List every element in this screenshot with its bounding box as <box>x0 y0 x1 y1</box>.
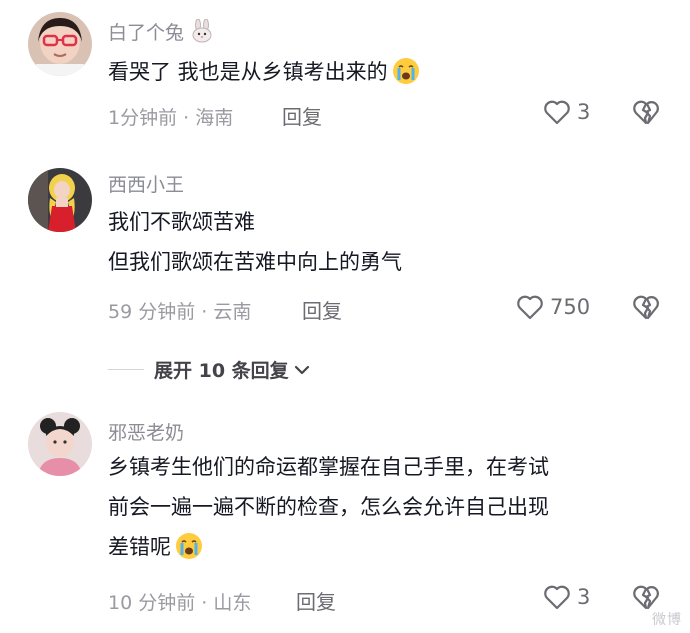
comment-username[interactable]: 邪恶老奶 <box>108 418 184 445</box>
like-button[interactable]: 750 <box>516 294 590 320</box>
chevron-down-icon <box>294 365 309 374</box>
heart-icon <box>517 295 543 320</box>
broken-heart-icon <box>633 295 659 320</box>
comment-item: 邪恶老奶 乡镇考生他们的命运都掌握在自己手里，在考试 前会一遍一遍不断的检查，怎… <box>0 400 690 633</box>
watermark: 微博 <box>652 612 682 628</box>
comment-location: 云南 <box>213 301 252 323</box>
reply-button[interactable]: 回复 <box>296 586 336 615</box>
avatar[interactable] <box>28 168 92 232</box>
comment-item: 西西小王 我们不歌颂苦难 但我们歌颂在苦难中向上的勇气 59 分钟前 · 云南 … <box>0 150 690 340</box>
comment-location: 海南 <box>195 107 234 129</box>
broken-heart-icon <box>633 100 659 125</box>
divider <box>108 369 144 370</box>
like-count: 3 <box>577 585 591 609</box>
comment-username[interactable]: 白了个兔 <box>108 18 214 45</box>
meta-separator: · <box>201 301 214 323</box>
crying-emoji-icon <box>391 56 421 86</box>
comment-text: 我们不歌颂苦难 但我们歌颂在苦难中向上的勇气 <box>108 210 402 274</box>
crying-emoji-icon <box>174 531 204 561</box>
comment-item: 白了个兔 看哭了 我也是从乡镇考出来的 1分钟前 · 海南 回复 3 <box>0 0 690 150</box>
comment-location: 山东 <box>213 592 252 614</box>
dislike-button[interactable] <box>632 294 660 324</box>
rabbit-emoji-icon <box>190 18 214 43</box>
comment-text: 乡镇考生他们的命运都掌握在自己手里，在考试 前会一遍一遍不断的检查，怎么会允许自… <box>108 455 549 561</box>
comment-meta: 10 分钟前 · 山东 <box>108 588 251 615</box>
meta-separator: · <box>183 107 196 129</box>
comment-username[interactable]: 西西小王 <box>108 170 184 197</box>
comment-meta: 1分钟前 · 海南 <box>108 103 233 130</box>
like-count: 750 <box>550 295 591 319</box>
broken-heart-icon <box>633 585 659 610</box>
avatar[interactable] <box>28 412 92 476</box>
comment-time: 59 分钟前 <box>108 301 196 323</box>
comment-time: 10 分钟前 <box>108 592 196 614</box>
like-count: 3 <box>577 100 591 124</box>
comment-meta: 59 分钟前 · 云南 <box>108 297 251 324</box>
comment-text: 看哭了 我也是从乡镇考出来的 <box>108 52 660 92</box>
comment-time: 1分钟前 <box>108 107 178 129</box>
dislike-button[interactable] <box>632 99 660 129</box>
like-button[interactable]: 3 <box>543 99 590 125</box>
meta-separator: · <box>201 592 214 614</box>
heart-icon <box>544 585 570 610</box>
avatar[interactable] <box>28 12 92 76</box>
heart-icon <box>544 100 570 125</box>
reply-button[interactable]: 回复 <box>282 101 322 130</box>
expand-replies-button[interactable]: 展开 10 条回复 <box>108 356 311 383</box>
reply-button[interactable]: 回复 <box>302 295 342 324</box>
like-button[interactable]: 3 <box>543 584 590 610</box>
